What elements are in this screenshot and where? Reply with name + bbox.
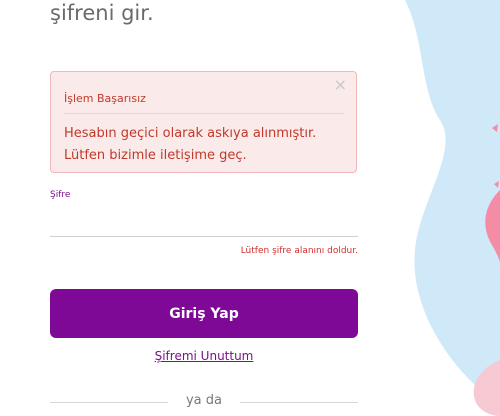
or-divider: ya da xyxy=(50,393,358,411)
divider-line-right xyxy=(240,402,358,403)
alert-title: İşlem Başarısız xyxy=(64,92,146,105)
alert-message: Hesabın geçici olarak askıya alınmıştır.… xyxy=(64,126,317,163)
forgot-password-link[interactable]: Şifremi Unuttum xyxy=(50,349,358,363)
password-label: Şifre xyxy=(50,190,71,200)
password-error: Lütfen şifre alanını doldur. xyxy=(240,246,358,256)
or-text: ya da xyxy=(185,393,222,408)
close-icon[interactable]: × xyxy=(334,75,347,94)
password-input[interactable] xyxy=(50,206,358,237)
alert-divider xyxy=(64,113,344,114)
decor-blue-blob xyxy=(405,0,500,416)
error-alert: × İşlem Başarısız Hesabın geçici olarak … xyxy=(50,71,357,173)
page-heading: şifreni gir. xyxy=(50,1,154,25)
decorative-illustration xyxy=(405,0,500,416)
login-button[interactable]: Giriş Yap xyxy=(50,289,358,338)
